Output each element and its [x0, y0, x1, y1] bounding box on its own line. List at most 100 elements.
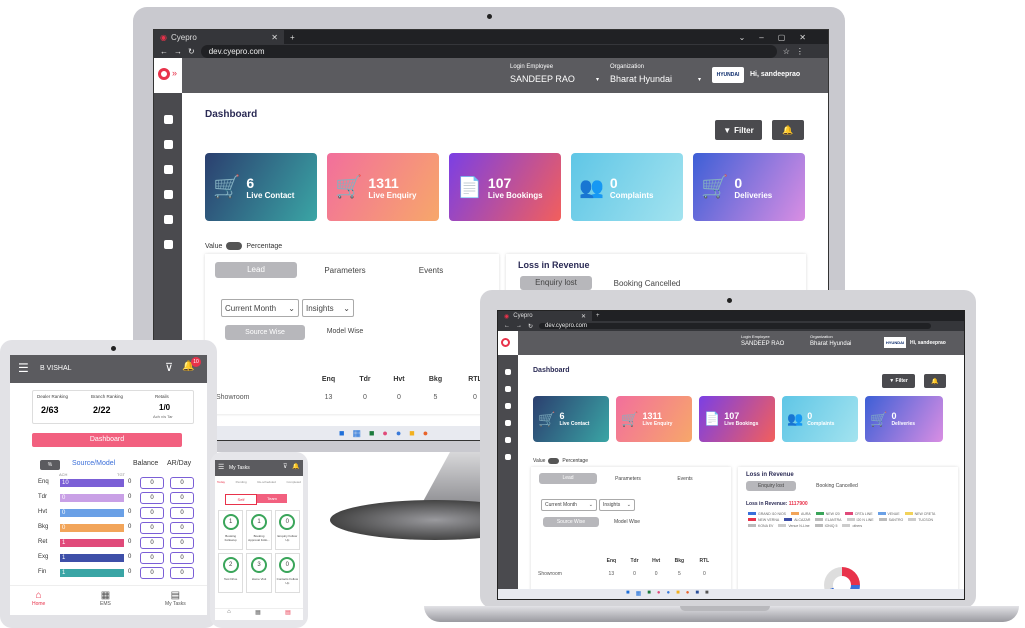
- back-icon[interactable]: ←: [504, 323, 510, 329]
- card-live-enquiry[interactable]: 🛒 1311 Live Enquiry: [327, 153, 439, 221]
- org-value[interactable]: Bharat Hyundai: [810, 341, 851, 347]
- grid-icon[interactable]: ▦: [255, 609, 261, 620]
- source-model-link[interactable]: Source/Model: [72, 460, 115, 467]
- org-dropdown-icon[interactable]: ▾: [698, 76, 701, 83]
- browser-tab[interactable]: ◉ Cyepro ✕: [154, 30, 284, 44]
- new-tab-icon[interactable]: +: [592, 313, 604, 319]
- task-card[interactable]: 3 Home Visit: [246, 553, 272, 593]
- card-deliveries[interactable]: 🛒 0 Deliveries: [693, 153, 805, 221]
- nav-home[interactable]: ⌂ Home: [32, 590, 45, 607]
- tab-enquiry-lost[interactable]: Enquiry lost: [746, 481, 796, 491]
- subtab-team[interactable]: Team: [257, 494, 287, 503]
- menu-dots-icon[interactable]: ⋮: [796, 47, 804, 56]
- notification-bell-icon[interactable]: 🔔: [924, 374, 946, 388]
- task-card[interactable]: 0 Contacts Follow Up: [274, 553, 300, 593]
- filter-icon[interactable]: ⊽: [165, 361, 173, 374]
- tab-events[interactable]: Events: [401, 266, 461, 275]
- card-live-bookings[interactable]: 📄 107 Live Bookings: [699, 396, 775, 442]
- card-live-bookings[interactable]: 📄 107 Live Bookings: [449, 153, 561, 221]
- reload-icon[interactable]: ↻: [528, 323, 533, 330]
- sidebar-icon-docs[interactable]: [505, 369, 511, 375]
- close-tab-icon[interactable]: ✕: [271, 33, 278, 42]
- nav-ems[interactable]: ▦ EMS: [100, 590, 111, 607]
- filter-icon[interactable]: ⊽: [283, 463, 287, 470]
- close-tab-icon[interactable]: ✕: [581, 313, 586, 320]
- period-select[interactable]: Current Month ⌄: [221, 299, 299, 317]
- sidebar-icon-docs[interactable]: [163, 115, 173, 124]
- tab-completed[interactable]: Completed: [286, 480, 301, 484]
- card-live-contact[interactable]: 🛒 6 Live Contact: [533, 396, 609, 442]
- sidebar-icon-chat[interactable]: [163, 165, 173, 174]
- sidebar-icon-file[interactable]: [505, 420, 511, 426]
- reload-icon[interactable]: ↻: [188, 47, 195, 56]
- browser-tab[interactable]: ◉ Cyepro ✕: [498, 311, 592, 321]
- tab-booking-cancelled[interactable]: Booking Cancelled: [802, 483, 872, 489]
- org-value[interactable]: Bharat Hyundai: [610, 74, 672, 84]
- new-tab-icon[interactable]: +: [284, 33, 301, 42]
- sidebar-icon-file[interactable]: [163, 190, 173, 199]
- tab-lead[interactable]: Lead: [215, 262, 297, 278]
- subtab-model-wise[interactable]: Model Wise: [607, 519, 647, 525]
- url-input[interactable]: dev.cyepro.com: [539, 323, 932, 329]
- toggle-switch[interactable]: [548, 458, 560, 464]
- tab-lead[interactable]: Lead: [539, 473, 597, 484]
- card-live-enquiry[interactable]: 🛒 1311 Live Enquiry: [616, 396, 692, 442]
- tab-enquiry-lost[interactable]: Enquiry lost: [520, 276, 592, 290]
- sidebar-icon-file3[interactable]: [163, 240, 173, 249]
- login-value[interactable]: SANDEEP RAO: [510, 74, 575, 84]
- card-complaints[interactable]: 👥 0 Complaints: [782, 396, 858, 442]
- tab-today[interactable]: Today: [217, 480, 225, 484]
- toggle-switch[interactable]: [226, 242, 243, 250]
- back-icon[interactable]: ←: [160, 47, 168, 56]
- user-greeting[interactable]: Hi, sandeeprao: [910, 340, 946, 346]
- sidebar-icon-file3[interactable]: [505, 454, 511, 460]
- taskbar-icons[interactable]: ■ ▦ ■ ● ● ■ ●: [339, 428, 428, 439]
- card-deliveries[interactable]: 🛒 0 Deliveries: [865, 396, 943, 442]
- sidebar-icon-car[interactable]: [505, 386, 511, 392]
- card-live-contact[interactable]: 🛒 6 Live Contact: [205, 153, 317, 221]
- value-percentage-toggle[interactable]: Value Percentage: [533, 458, 588, 464]
- forward-icon[interactable]: →: [516, 323, 522, 329]
- period-select[interactable]: Current Month ⌄: [541, 499, 597, 511]
- subtab-source-wise[interactable]: Source Wise: [543, 517, 599, 527]
- sidebar-icon-car[interactable]: [163, 140, 173, 149]
- expand-icon[interactable]: »: [172, 68, 177, 78]
- tab-events[interactable]: Events: [665, 476, 705, 482]
- card-complaints[interactable]: 👥 0 Complaints: [571, 153, 683, 221]
- subtab-self[interactable]: Self: [225, 494, 257, 505]
- nav-my-tasks[interactable]: ▤ My Tasks: [165, 590, 186, 607]
- login-value[interactable]: SANDEEP RAO: [741, 341, 784, 347]
- tab-parameters[interactable]: Parameters: [315, 266, 375, 275]
- dashboard-button[interactable]: Dashboard: [32, 433, 182, 447]
- notification-bell-icon[interactable]: 🔔: [772, 120, 804, 140]
- filter-button[interactable]: ▼ Filter: [715, 120, 762, 140]
- sidebar-icon-file2[interactable]: [505, 437, 511, 443]
- bookmark-star-icon[interactable]: ☆: [783, 47, 790, 56]
- hamburger-menu-icon[interactable]: ☰: [18, 361, 29, 375]
- window-controls[interactable]: ⌄–▢✕: [739, 33, 828, 42]
- mode-select[interactable]: Insights ⌄: [599, 499, 635, 511]
- task-card[interactable]: 0 Enquiry Follow Up: [274, 510, 300, 550]
- subtab-model-wise[interactable]: Model Wise: [315, 328, 375, 335]
- tab-parameters[interactable]: Parameters: [605, 476, 651, 482]
- task-card[interactable]: 1 Booking Followup: [218, 510, 244, 550]
- forward-icon[interactable]: →: [174, 47, 182, 56]
- home-icon[interactable]: ⌂: [227, 609, 231, 620]
- percent-toggle[interactable]: %: [40, 460, 60, 470]
- url-input[interactable]: dev.cyepro.com: [200, 44, 777, 58]
- clipboard-icon[interactable]: ▤: [285, 609, 291, 620]
- tab-pending[interactable]: Pending: [236, 480, 247, 484]
- subtab-source-wise[interactable]: Source Wise: [225, 325, 305, 340]
- tab-rescheduled[interactable]: Re-scheduled: [257, 480, 276, 484]
- user-greeting[interactable]: Hi, sandeeprao: [750, 71, 800, 78]
- tab-booking-cancelled[interactable]: Booking Cancelled: [602, 279, 692, 288]
- task-card[interactable]: 1 Booking Approval Follo...: [246, 510, 272, 550]
- login-dropdown-icon[interactable]: ▾: [596, 76, 599, 83]
- sidebar-icon-chat[interactable]: [505, 403, 511, 409]
- mode-select[interactable]: Insights ⌄: [302, 299, 354, 317]
- taskbar-icons[interactable]: ■ ▦ ■ ● ● ■ ● ■ ■: [626, 590, 709, 597]
- hamburger-menu-icon[interactable]: ☰: [218, 463, 224, 471]
- value-percentage-toggle[interactable]: Value Percentage: [205, 242, 282, 250]
- task-card[interactable]: 2 Test Drive: [218, 553, 244, 593]
- bell-icon[interactable]: 🔔: [292, 463, 299, 470]
